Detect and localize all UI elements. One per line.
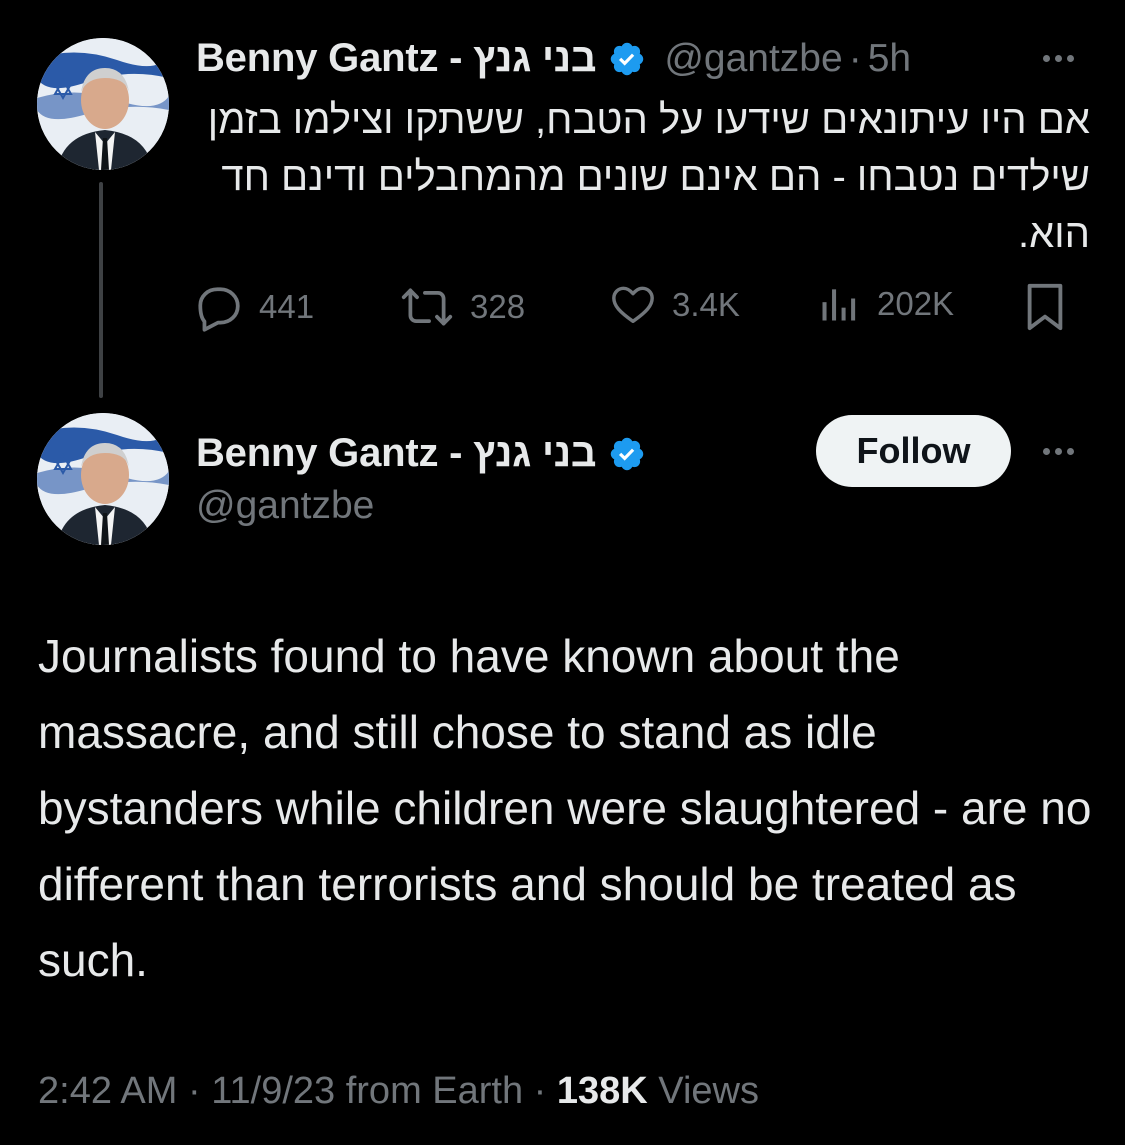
- parent-tweet-text: אם היו עיתונאים שידעו על הטבח, ששתקו וצי…: [207, 98, 1090, 256]
- reply-count: 441: [259, 288, 315, 325]
- repost-count: 328: [470, 288, 526, 325]
- bookmark-button[interactable]: [1023, 282, 1083, 332]
- parent-handle[interactable]: @gantzbe: [664, 37, 842, 81]
- tweet-metadata: 2:42 AM · 11/9/23 from Earth · 138K View…: [38, 1070, 759, 1113]
- thread-connector-line: [99, 182, 103, 398]
- main-author-row: Benny Gantz - בני גנץ: [196, 431, 646, 476]
- like-count: 3.4K: [672, 286, 740, 323]
- views-count: 202K: [877, 285, 955, 322]
- reply-button[interactable]: 441: [193, 282, 314, 332]
- bookmark-icon: [1027, 283, 1063, 331]
- main-tweet-text: Journalists found to have known about th…: [38, 630, 1092, 986]
- tweet-date-source[interactable]: 11/9/23 from Earth: [211, 1070, 523, 1112]
- tweet-time[interactable]: 2:42 AM: [38, 1070, 177, 1112]
- main-handle[interactable]: @gantzbe: [196, 484, 374, 528]
- parent-avatar[interactable]: [37, 38, 169, 170]
- main-avatar[interactable]: [37, 413, 169, 545]
- tweet-views-label: Views: [658, 1070, 759, 1112]
- repost-icon: [401, 288, 453, 326]
- separator-dot: ·: [848, 36, 862, 80]
- verified-badge-icon[interactable]: [608, 435, 646, 473]
- reply-icon: [198, 287, 240, 332]
- analytics-icon: [822, 289, 856, 321]
- views-button[interactable]: 202K: [817, 282, 954, 326]
- separator-dot: ·: [187, 1070, 201, 1112]
- more-horizontal-icon[interactable]: [1043, 441, 1074, 461]
- parent-display-name[interactable]: Benny Gantz - בני גנץ: [196, 36, 597, 81]
- verified-badge-icon[interactable]: [608, 40, 646, 78]
- follow-button[interactable]: Follow: [816, 415, 1011, 487]
- heart-icon: [612, 286, 654, 324]
- parent-author-row: Benny Gantz - בני גנץ @gantzbe · 5h: [196, 36, 911, 81]
- like-button[interactable]: 3.4K: [610, 282, 740, 328]
- more-horizontal-icon[interactable]: [1043, 48, 1074, 68]
- separator-dot: ·: [533, 1070, 547, 1112]
- repost-button[interactable]: 328: [400, 282, 525, 332]
- main-display-name[interactable]: Benny Gantz - בני גנץ: [196, 431, 597, 476]
- parent-action-bar: 441 328 3.4K 202K: [193, 282, 1073, 338]
- tweet-views-count: 138K: [556, 1070, 648, 1112]
- parent-timestamp[interactable]: 5h: [868, 37, 911, 81]
